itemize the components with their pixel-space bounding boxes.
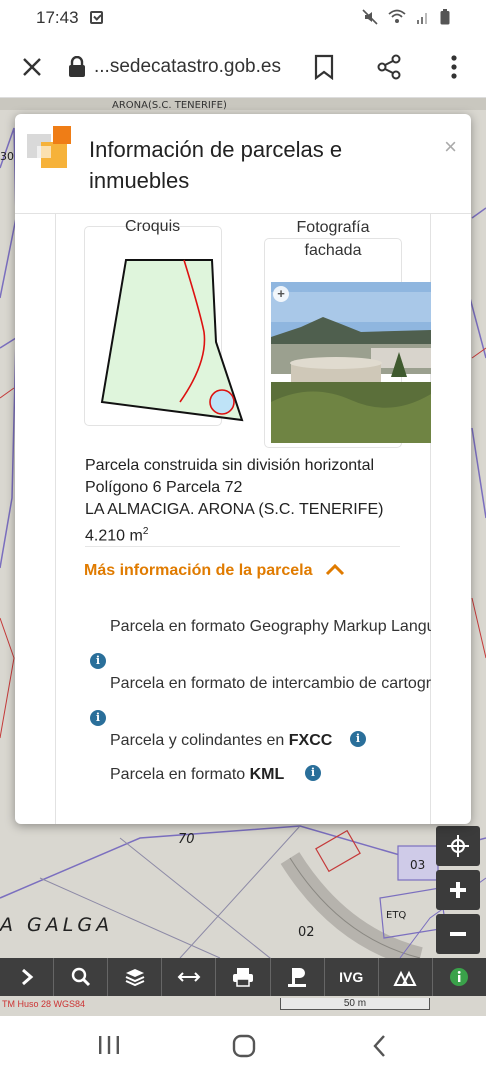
search-icon <box>71 967 90 987</box>
map-toolbar: IVG <box>0 958 486 996</box>
parcel-type: Parcela construida sin división horizont… <box>85 457 375 474</box>
mute-icon <box>362 9 378 25</box>
info-tool-button[interactable] <box>433 958 486 996</box>
browser-toolbar: ...sedecatastro.gob.es <box>0 36 486 98</box>
divider <box>85 546 400 547</box>
back-icon[interactable] <box>370 1034 390 1058</box>
ivg-button[interactable]: IVG <box>325 958 379 996</box>
recent-apps-icon[interactable] <box>97 1034 121 1056</box>
link-kml-text: Parcela en formato <box>110 766 250 783</box>
dialog-close-button[interactable]: × <box>444 134 457 160</box>
expand-toolbar-button[interactable] <box>0 958 55 996</box>
scale-bar: TM Huso 28 WGS84 50 m <box>0 996 486 1016</box>
chevron-up-icon[interactable] <box>325 562 345 576</box>
layers-icon <box>125 969 145 987</box>
map-place-label: A GALGA <box>0 914 114 936</box>
info-icon <box>450 968 469 986</box>
map-label: 30 <box>0 150 14 163</box>
link-intercambio[interactable]: Parcela en formato de intercambio de car… <box>110 675 431 693</box>
facade-photo-title: Fotografía fachada <box>283 216 383 262</box>
catastro-logo-icon <box>27 126 71 168</box>
link-gml[interactable]: Parcela en formato Geography Markup Lang… <box>110 618 431 636</box>
measure-icon <box>177 972 201 982</box>
chevron-right-icon <box>21 968 33 986</box>
map-label: 02 <box>298 925 315 940</box>
parcel-location: LA ALMACIGA. ARONA (S.C. TENERIFE) <box>85 501 384 518</box>
parcel-tool-button[interactable] <box>271 958 325 996</box>
photo-zoom-icon[interactable]: + <box>273 286 289 302</box>
croquis-label: Croquis <box>125 218 181 235</box>
crosshair-icon <box>447 835 469 857</box>
info-icon[interactable]: i <box>90 710 106 726</box>
facade-photo-image <box>271 282 431 443</box>
zoom-out-button[interactable] <box>436 914 480 954</box>
scale-label: 50 m <box>280 998 430 1010</box>
android-nav-bar <box>0 1016 486 1080</box>
more-icon[interactable] <box>444 54 464 80</box>
buildings-button[interactable] <box>379 958 433 996</box>
bookmark-icon[interactable] <box>313 54 335 80</box>
parcel-area: 4.210 m2 <box>85 521 383 547</box>
home-icon[interactable] <box>232 1034 256 1058</box>
facade-photo[interactable] <box>271 282 431 443</box>
layers-button[interactable] <box>108 958 163 996</box>
link-kml-format: KML <box>249 766 285 783</box>
map-label: 03 <box>410 858 426 872</box>
buildings-icon <box>393 970 417 986</box>
facade-photo-label-line2: fachada <box>304 242 362 259</box>
map-label: ETQ <box>386 910 407 921</box>
wifi-icon <box>388 9 406 23</box>
zoom-in-button[interactable] <box>436 870 480 910</box>
parcel-polygon: Polígono 6 Parcela 72 <box>85 479 243 496</box>
parcel-area-value: 4.210 m <box>85 527 143 545</box>
print-icon <box>232 968 253 987</box>
more-info-toggle[interactable]: Más información de la parcela <box>84 562 313 580</box>
link-fxcc-text: Parcela y colindantes en <box>110 732 289 749</box>
facade-photo-label-line1: Fotografía <box>296 219 370 236</box>
pan-center-button[interactable] <box>436 826 480 866</box>
info-icon[interactable]: i <box>350 731 366 747</box>
map-label: 70 <box>178 832 195 847</box>
projection-label: TM Huso 28 WGS84 <box>2 999 86 1009</box>
notification-icon <box>90 11 103 24</box>
map-place-label: ARONA(S.C. TENERIFE) <box>112 100 227 111</box>
ivg-label: IVG <box>339 969 364 985</box>
parcel-icon <box>288 968 307 987</box>
minus-icon <box>450 932 466 936</box>
parcel-summary: Parcela construida sin división horizont… <box>85 455 383 547</box>
status-bar: 17:43 <box>0 0 486 36</box>
info-icon[interactable]: i <box>305 765 321 781</box>
search-button[interactable] <box>54 958 109 996</box>
url-bar[interactable]: ...sedecatastro.gob.es <box>94 56 281 78</box>
parcel-sketch[interactable] <box>96 252 248 424</box>
link-fxcc-format: FXCC <box>288 732 333 749</box>
share-icon[interactable] <box>376 54 402 80</box>
lock-icon[interactable] <box>68 56 86 78</box>
link-kml[interactable]: Parcela en formato KML <box>110 766 284 784</box>
measure-button[interactable] <box>162 958 217 996</box>
dialog-header: Información de parcelas e inmuebles × <box>15 114 471 214</box>
status-time: 17:43 <box>36 8 79 27</box>
print-button[interactable] <box>216 958 271 996</box>
dialog-title: Información de parcelas e inmuebles <box>89 137 343 193</box>
link-intercambio-wrap: Parcela en formato de intercambio de car… <box>110 675 431 697</box>
link-gml-wrap: Parcela en formato Geography Markup Lang… <box>110 618 431 640</box>
battery-icon <box>440 9 450 25</box>
parcel-area-unit-exponent: 2 <box>142 526 149 537</box>
signal-icon <box>417 13 427 24</box>
close-icon[interactable] <box>20 55 44 79</box>
info-icon[interactable]: i <box>90 653 106 669</box>
plus-icon <box>450 882 466 898</box>
link-fxcc[interactable]: Parcela y colindantes en FXCC <box>110 732 332 750</box>
